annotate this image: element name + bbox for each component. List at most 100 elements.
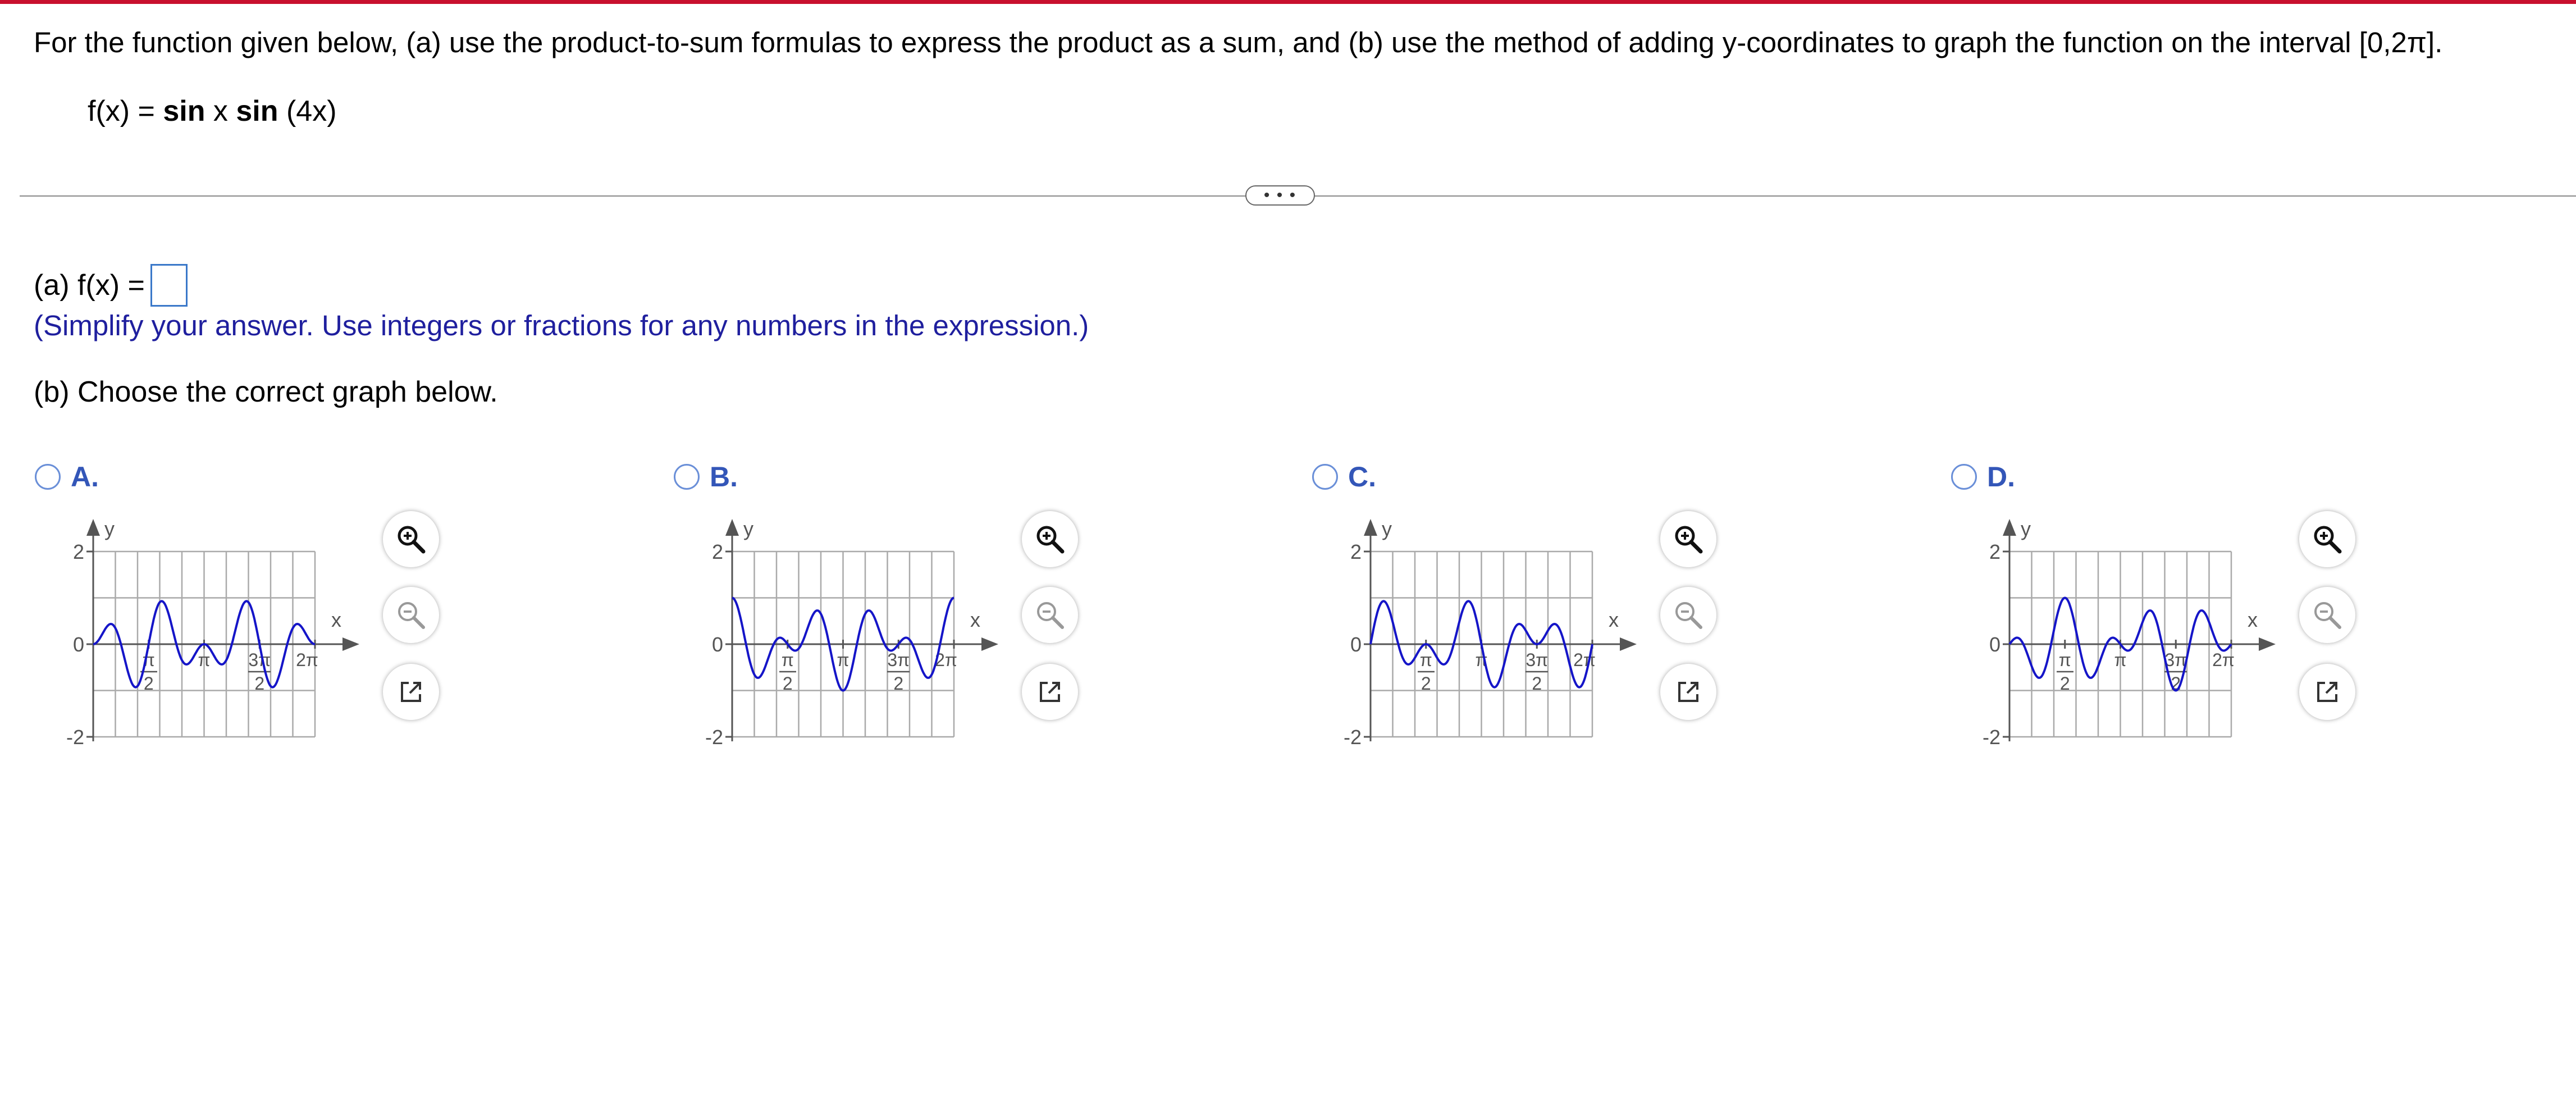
popout-icon [1678, 682, 1698, 702]
option-b: B. 2 0 -2 y x π 2 π 3π 2 2π [674, 461, 1291, 775]
option-a-graph: 20-2yxπ2π 3π22π [66, 517, 359, 749]
x-tick-label-pi-over-2-den: 2 [144, 673, 154, 694]
x-tick-label-3pi-over-2-num: 3π [1525, 650, 1548, 670]
x-tick-label-pi: π [198, 650, 210, 670]
y-axis-arrow [2003, 519, 2016, 536]
x-axis-arrow [1620, 637, 1637, 651]
option-b-zoom-in-button[interactable] [1022, 511, 1078, 567]
zoom-in-icon [1675, 526, 1703, 554]
x-tick-label-2pi: 2π [296, 650, 318, 670]
option-c: C. 2 0 -2 y x π 2 π 3π 2 2π [1312, 461, 1930, 775]
option-a-letter: A. [71, 461, 99, 493]
option-b-graph: 20-2yxπ2π 3π22π [705, 517, 998, 749]
option-c-radio[interactable] [1312, 464, 1338, 490]
zoom-out-icon [2314, 602, 2341, 629]
option-d-zoom-in-button[interactable] [2299, 511, 2355, 567]
function-sin-1: sin [163, 95, 205, 127]
option-d-popout-button[interactable] [2299, 664, 2355, 720]
zoom-in-icon [2314, 526, 2342, 554]
option-d-zoom-out-button[interactable] [2299, 587, 2355, 643]
option-a-popout-button[interactable] [383, 664, 439, 720]
option-c-header[interactable]: C. [1312, 461, 1376, 493]
y-tick-label-bottom: -2 [1344, 726, 1362, 749]
option-d: D. 2 0 -2 y x π 2 π 3π 2 2π [1951, 461, 2569, 775]
function-arg: (4x) [278, 95, 337, 127]
option-b-radio[interactable] [674, 464, 700, 490]
x-tick-label-pi-over-2-num: π [1420, 650, 1432, 670]
popout-icon [1040, 682, 1060, 702]
y-tick-label-zero: 0 [1989, 633, 2000, 656]
x-tick-label-2pi: 2π [1573, 650, 1596, 670]
x-tick-label-3pi-over-2-den: 2 [254, 673, 264, 694]
option-d-header[interactable]: D. [1951, 461, 2015, 493]
option-b-letter: B. [710, 461, 738, 493]
top-accent-bar [0, 0, 2576, 4]
x-axis-label: x [1609, 608, 1619, 631]
y-axis-label: y [1382, 517, 1392, 540]
x-axis-arrow [342, 637, 359, 651]
popout-icon [2317, 682, 2337, 702]
option-d-graph: 20-2yxπ2π 3π22π [1983, 517, 2276, 749]
y-tick-label-top: 2 [1989, 540, 2000, 563]
y-axis-label: y [104, 517, 115, 540]
x-tick-label-2pi: 2π [2212, 650, 2235, 670]
y-tick-label-bottom: -2 [66, 726, 84, 749]
part-b-label: (b) Choose the correct graph below. [34, 376, 498, 408]
option-c-zoom-out-button[interactable] [1660, 587, 1716, 643]
option-b-popout-button[interactable] [1022, 664, 1078, 720]
option-b-zoom-out-button[interactable] [1022, 587, 1078, 643]
x-tick-label-pi: π [2114, 650, 2126, 670]
function-lhs: f(x) = [88, 95, 163, 127]
x-tick-label-pi-over-2-den: 2 [1421, 673, 1431, 694]
function-x: x [205, 95, 236, 127]
y-tick-label-top: 2 [712, 540, 723, 563]
x-tick-label-3pi-over-2-den: 2 [1532, 673, 1542, 694]
option-a: A. 2 0 -2 y x π 2 π 3π 2 2π [35, 461, 652, 775]
zoom-in-icon [398, 526, 426, 554]
x-axis-arrow [981, 637, 998, 651]
y-tick-label-zero: 0 [1350, 633, 1362, 656]
y-axis-arrow [1364, 519, 1377, 536]
y-tick-label-zero: 0 [73, 633, 84, 656]
option-a-zoom-out-button[interactable] [383, 587, 439, 643]
part-a: (a) f(x) = [34, 264, 188, 307]
y-tick-label-top: 2 [1350, 540, 1362, 563]
x-axis-label: x [331, 608, 341, 631]
zoom-out-icon [1037, 602, 1064, 629]
part-a-label: (a) f(x) = [34, 269, 145, 302]
x-tick-label-pi-over-2-num: π [2059, 650, 2071, 670]
option-a-radio[interactable] [35, 464, 61, 490]
x-tick-label-pi: π [837, 650, 849, 670]
popout-icon [401, 682, 421, 702]
question-prompt: For the function given below, (a) use th… [34, 26, 2443, 58]
option-d-radio[interactable] [1951, 464, 1977, 490]
option-c-letter: C. [1348, 461, 1376, 493]
function-expression: f(x) = sin x sin (4x) [88, 94, 337, 128]
option-a-header[interactable]: A. [35, 461, 99, 493]
option-c-popout-button[interactable] [1660, 664, 1716, 720]
option-c-zoom-in-button[interactable] [1660, 511, 1716, 567]
zoom-in-icon [1036, 526, 1065, 554]
x-tick-label-3pi-over-2-den: 2 [893, 673, 903, 694]
x-tick-label-pi-over-2-den: 2 [2060, 673, 2070, 694]
option-d-letter: D. [1987, 461, 2015, 493]
y-tick-label-zero: 0 [712, 633, 723, 656]
function-sin-2: sin [236, 95, 278, 127]
x-tick-label-pi-over-2-den: 2 [783, 673, 793, 694]
more-options-button[interactable]: • • • [1245, 185, 1315, 206]
x-axis-arrow [2259, 637, 2276, 651]
y-axis-arrow [86, 519, 100, 536]
option-c-graph: 20-2yxπ2π 3π22π [1344, 517, 1637, 749]
x-axis-label: x [970, 608, 980, 631]
option-a-zoom-in-button[interactable] [383, 511, 439, 567]
option-b-header[interactable]: B. [674, 461, 738, 493]
y-axis-label: y [2021, 517, 2031, 540]
y-tick-label-top: 2 [73, 540, 84, 563]
answer-input[interactable] [150, 264, 188, 307]
zoom-out-icon [398, 602, 425, 629]
answer-hint: (Simplify your answer. Use integers or f… [34, 309, 1089, 341]
x-tick-label-3pi-over-2-num: 3π [887, 650, 910, 670]
y-tick-label-bottom: -2 [705, 726, 723, 749]
zoom-out-icon [1675, 602, 1702, 629]
x-tick-label-3pi-over-2-num: 3π [2164, 650, 2187, 670]
